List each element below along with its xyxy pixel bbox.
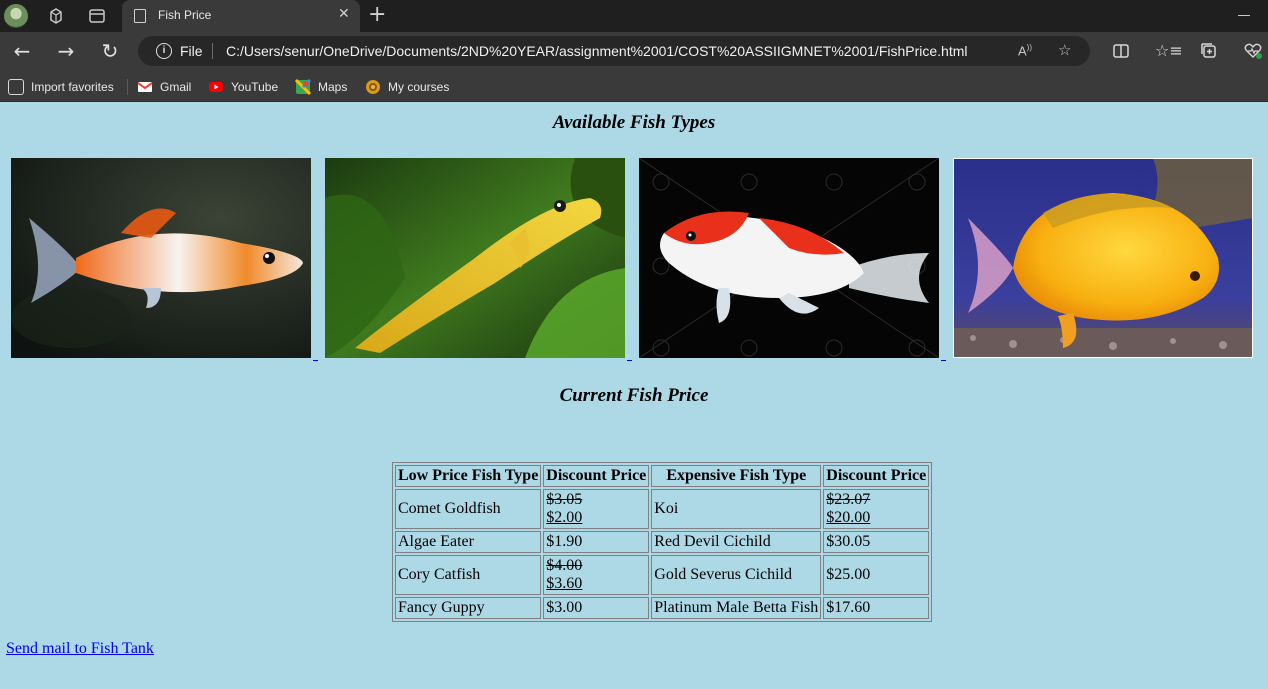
- back-icon[interactable]: ←: [9, 38, 35, 64]
- table-cell-price: $25.00: [823, 555, 930, 595]
- table-row: Comet Goldfish $3.05 $2.00 Koi $23.07 $2…: [395, 489, 930, 529]
- bookmark-maps[interactable]: Maps: [295, 78, 347, 96]
- table-row: Algae Eater $1.90 Red Devil Cichild $30.…: [395, 531, 930, 553]
- url-text[interactable]: C:/Users/senur/OneDrive/Documents/2ND%20…: [226, 43, 968, 59]
- youtube-icon: [209, 82, 223, 92]
- old-price: $4.00: [546, 557, 583, 574]
- bookmark-gmail[interactable]: Gmail: [137, 78, 191, 96]
- image-link-underline: [627, 360, 632, 361]
- address-scheme: File: [180, 43, 203, 59]
- page-content: Available Fish Types Current Fish Price …: [0, 103, 1268, 689]
- bookmark-label: Maps: [318, 80, 348, 94]
- address-bar[interactable]: i File C:/Users/senur/OneDrive/Documents…: [138, 36, 1090, 66]
- table-cell: Red Devil Cichild: [651, 531, 822, 553]
- gmail-icon: [137, 82, 153, 92]
- read-aloud-icon[interactable]: A)): [1018, 43, 1032, 58]
- forward-icon[interactable]: →: [53, 38, 79, 64]
- new-price: $2.00: [546, 509, 583, 526]
- document-icon: [134, 9, 146, 23]
- browser-toolbar: ← → ↻ i File C:/Users/senur/OneDrive/Doc…: [0, 32, 1268, 70]
- new-tab-icon[interactable]: +: [368, 3, 386, 27]
- new-price: $3.60: [546, 575, 583, 592]
- tab-fish-price[interactable]: Fish Price ✕: [122, 0, 360, 32]
- split-screen-icon[interactable]: [1111, 41, 1131, 61]
- favorites-icon[interactable]: ☆≡: [1155, 41, 1183, 61]
- courses-icon: [366, 80, 380, 94]
- table-header: Low Price Fish Type: [395, 465, 542, 487]
- workspaces-icon[interactable]: [46, 6, 66, 26]
- table-header: Discount Price: [823, 465, 930, 487]
- fish-image-cichlid[interactable]: [953, 158, 1253, 358]
- minimize-icon[interactable]: [1238, 15, 1250, 16]
- heading-available-fish-types: Available Fish Types: [552, 112, 716, 133]
- table-cell: Platinum Male Betta Fish: [651, 597, 822, 619]
- bookmark-import-favorites[interactable]: Import favorites: [8, 78, 114, 96]
- tab-title: Fish Price: [158, 8, 212, 22]
- fish-image-goldfish[interactable]: [11, 158, 311, 358]
- old-price: $23.07: [826, 491, 871, 508]
- table-cell: Koi: [651, 489, 822, 529]
- info-icon[interactable]: i: [156, 43, 172, 59]
- import-icon: [8, 79, 24, 95]
- image-link-underline: [313, 360, 318, 361]
- maps-icon: [295, 79, 311, 95]
- bookmark-youtube[interactable]: YouTube: [208, 78, 278, 96]
- table-cell-price: $3.00: [543, 597, 650, 619]
- table-header-row: Low Price Fish Type Discount Price Expen…: [395, 465, 930, 487]
- bookmarks-bar: Import favorites Gmail YouTube Maps My c: [0, 70, 1268, 102]
- table-cell-price: $4.00 $3.60: [543, 555, 650, 595]
- table-cell: Algae Eater: [395, 531, 542, 553]
- tab-actions-icon[interactable]: [87, 6, 107, 26]
- bookmark-label: Gmail: [160, 80, 192, 94]
- table-cell: Cory Catfish: [395, 555, 542, 595]
- table-cell-price: $30.05: [823, 531, 930, 553]
- browser-titlebar: Fish Price ✕ +: [0, 0, 1268, 32]
- fish-price-table: Low Price Fish Type Discount Price Expen…: [392, 462, 933, 622]
- table-cell: Comet Goldfish: [395, 489, 542, 529]
- image-link-underline: [941, 360, 946, 361]
- table-row: Fancy Guppy $3.00 Platinum Male Betta Fi…: [395, 597, 930, 619]
- heading-current-fish-price: Current Fish Price: [559, 385, 709, 406]
- close-icon[interactable]: ✕: [338, 6, 350, 22]
- table-cell-price: $23.07 $20.00: [823, 489, 930, 529]
- table-header: Expensive Fish Type: [651, 465, 822, 487]
- fish-image-algae-eater[interactable]: [325, 158, 625, 358]
- bookmark-label: My courses: [388, 80, 450, 94]
- table-row: Cory Catfish $4.00 $3.60 Gold Severus Ci…: [395, 555, 930, 595]
- refresh-icon[interactable]: ↻: [97, 38, 123, 64]
- profile-avatar[interactable]: [4, 4, 28, 28]
- bookmark-label: YouTube: [231, 80, 279, 94]
- address-divider: [212, 43, 213, 59]
- table-cell-price: $17.60: [823, 597, 930, 619]
- table-cell-price: $1.90: [543, 531, 650, 553]
- table-cell-price: $3.05 $2.00: [543, 489, 650, 529]
- table-cell: Gold Severus Cichild: [651, 555, 822, 595]
- send-mail-link[interactable]: Send mail to Fish Tank: [6, 640, 154, 658]
- bookmark-my-courses[interactable]: My courses: [365, 78, 449, 96]
- fish-image-koi[interactable]: [639, 158, 939, 358]
- bookmark-label: Import favorites: [31, 80, 114, 94]
- old-price: $3.05: [546, 491, 583, 508]
- bookmark-divider: [127, 79, 128, 95]
- table-cell: Fancy Guppy: [395, 597, 542, 619]
- new-price: $20.00: [826, 509, 871, 526]
- browser-essentials-icon[interactable]: [1243, 41, 1263, 61]
- favorite-star-icon[interactable]: ☆: [1058, 41, 1071, 59]
- table-header: Discount Price: [543, 465, 650, 487]
- collections-icon[interactable]: [1199, 41, 1219, 61]
